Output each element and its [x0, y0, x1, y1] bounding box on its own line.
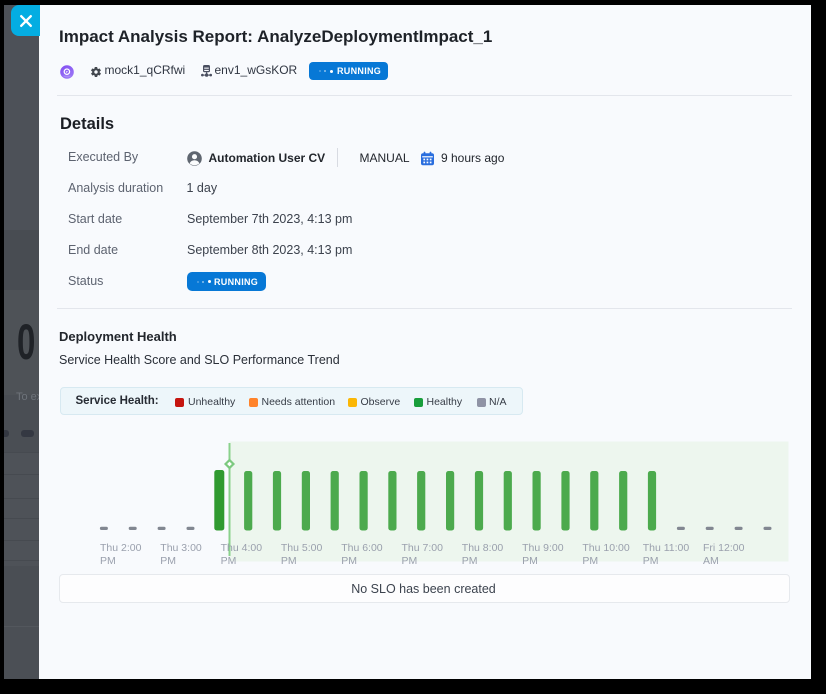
svg-text:Thu 6:00: Thu 6:00 — [341, 542, 383, 554]
svg-text:Thu 10:00: Thu 10:00 — [582, 542, 629, 554]
svg-text:Thu 9:00: Thu 9:00 — [522, 542, 564, 554]
svg-text:PM: PM — [643, 555, 659, 567]
svg-text:Fri 12:00: Fri 12:00 — [703, 542, 745, 554]
svg-text:Thu 8:00: Thu 8:00 — [462, 542, 504, 554]
svg-text:PM: PM — [462, 555, 478, 567]
svg-text:Thu 2:00: Thu 2:00 — [100, 542, 142, 554]
svg-text:PM: PM — [221, 555, 237, 567]
svg-text:AM: AM — [703, 555, 719, 567]
svg-text:PM: PM — [100, 555, 116, 567]
svg-text:PM: PM — [522, 555, 538, 567]
svg-text:Thu 7:00: Thu 7:00 — [402, 542, 444, 554]
svg-text:PM: PM — [281, 555, 297, 567]
svg-text:Thu 3:00: Thu 3:00 — [160, 542, 202, 554]
svg-text:PM: PM — [160, 555, 176, 567]
svg-text:Thu 11:00: Thu 11:00 — [643, 542, 690, 554]
svg-text:PM: PM — [402, 555, 418, 567]
svg-text:Thu 4:00: Thu 4:00 — [221, 542, 263, 554]
svg-text:PM: PM — [582, 555, 598, 567]
svg-text:PM: PM — [341, 555, 357, 567]
svg-text:Thu 5:00: Thu 5:00 — [281, 542, 323, 554]
